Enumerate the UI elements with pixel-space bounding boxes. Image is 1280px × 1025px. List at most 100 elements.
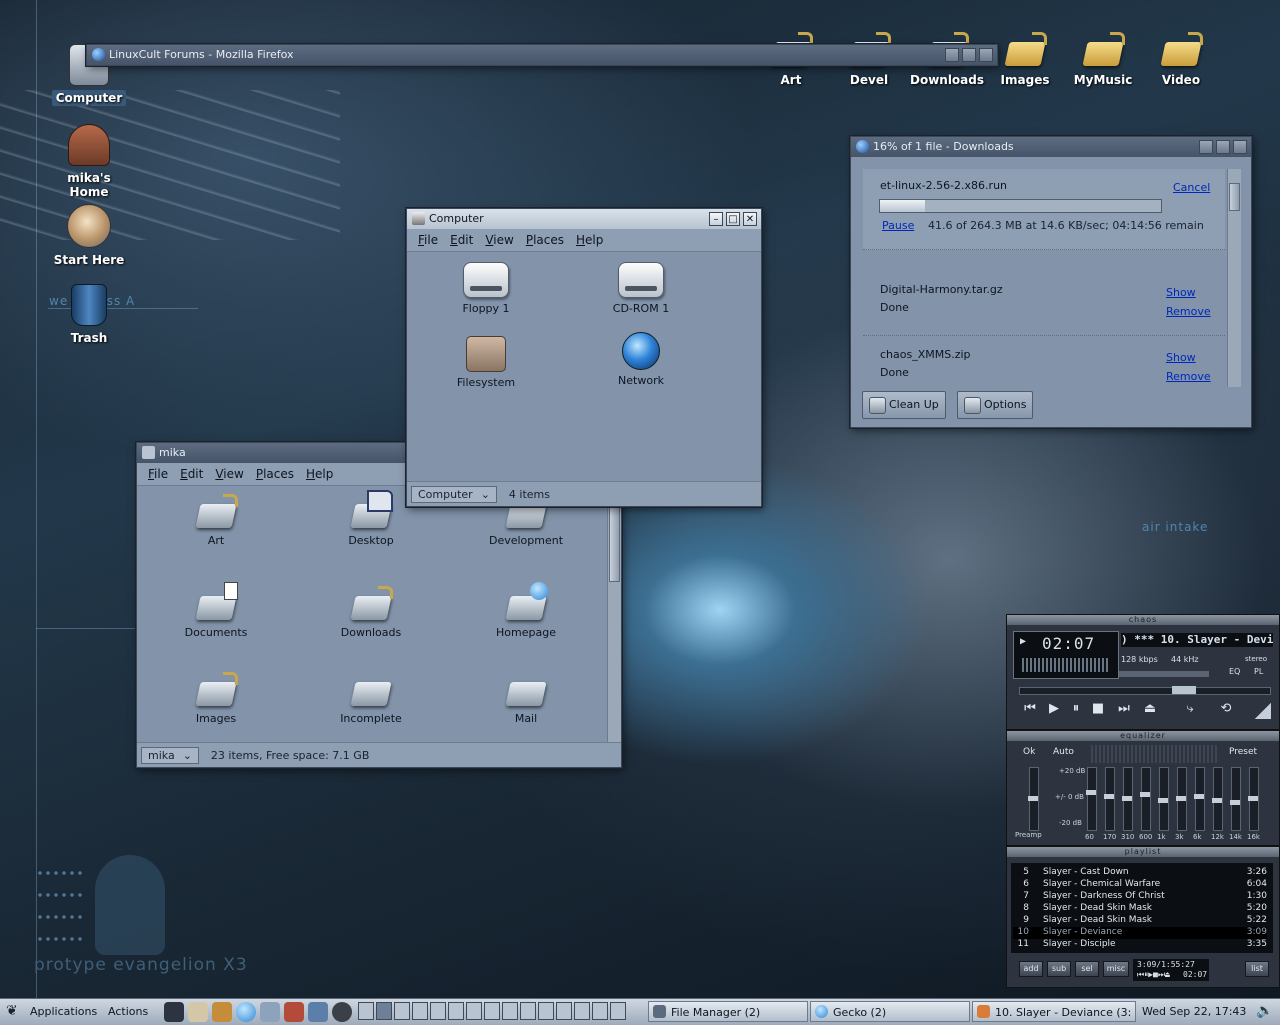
workspace-4[interactable] — [412, 1002, 428, 1020]
playlist-row[interactable]: 5 Slayer - Cast Down 3:26 — [1013, 867, 1267, 879]
xmms-launcher-icon[interactable] — [260, 1002, 280, 1022]
menu-view[interactable]: View — [480, 233, 518, 247]
show-download-link[interactable]: Show — [1166, 351, 1196, 364]
network-launcher-icon[interactable] — [308, 1002, 328, 1022]
workspace-3[interactable] — [394, 1002, 410, 1020]
close-button[interactable]: ✕ — [743, 212, 757, 226]
scrollbar-thumb[interactable] — [1229, 183, 1240, 211]
workspace-8[interactable] — [484, 1002, 500, 1020]
preamp-slider[interactable] — [1028, 767, 1041, 831]
playlist-row-current[interactable]: 10 Slayer - Deviance 3:09 — [1013, 927, 1267, 939]
slider-knob[interactable] — [1212, 798, 1222, 803]
resize-grip-icon[interactable] — [1255, 703, 1271, 719]
actions-menu[interactable]: Actions — [108, 1001, 148, 1022]
mika-scrollbar[interactable] — [607, 486, 621, 742]
clock[interactable]: Wed Sep 22, 17:43 — [1142, 1001, 1246, 1022]
download-item[interactable]: et-linux-2.56-2.x86.run Cancel Pause 41.… — [863, 169, 1225, 250]
computer-titlebar[interactable]: Computer – □ ✕ — [407, 209, 761, 229]
editor-launcher-icon[interactable] — [284, 1002, 304, 1022]
eq-band-slider[interactable] — [1176, 767, 1187, 831]
play-button[interactable]: ▶ — [1045, 701, 1063, 717]
download-item[interactable]: Digital-Harmony.tar.gz Done Show Remove — [863, 273, 1225, 336]
workspace-2[interactable] — [376, 1002, 392, 1020]
eject-button[interactable]: ⏏ — [1141, 701, 1159, 717]
menu-help[interactable]: Help — [301, 467, 338, 481]
pause-download-link[interactable]: Pause — [882, 219, 914, 232]
location-combo[interactable]: Computer ⌄ — [411, 485, 497, 503]
desktop-icon-trash[interactable]: Trash — [44, 284, 134, 346]
workspace-5[interactable] — [430, 1002, 446, 1020]
repeat-button[interactable]: ⟲ — [1217, 701, 1235, 717]
remove-download-link[interactable]: Remove — [1166, 305, 1211, 318]
menu-edit[interactable]: Edit — [445, 233, 478, 247]
maximize-button[interactable] — [962, 48, 976, 62]
playlist-titlebar[interactable]: playlist — [1007, 847, 1279, 857]
downloads-titlebar[interactable]: 16% of 1 file - Downloads — [851, 137, 1251, 157]
minimize-button[interactable] — [1199, 140, 1213, 154]
folder-item-downloads[interactable]: Downloads — [316, 586, 426, 639]
desktop-folder-video[interactable]: Video — [1136, 32, 1226, 88]
location-combo[interactable]: mika ⌄ — [141, 746, 199, 764]
gaim-launcher-icon[interactable] — [212, 1002, 232, 1022]
seek-handle[interactable] — [1172, 686, 1196, 694]
eq-auto-button[interactable]: Auto — [1053, 747, 1074, 757]
xmms-titlebar[interactable]: chaos — [1007, 615, 1279, 625]
pl-toggle-button[interactable]: PL — [1254, 667, 1263, 676]
drive-item-filesystem[interactable]: Filesystem — [431, 336, 541, 389]
folder-item-homepage[interactable]: Homepage — [471, 582, 581, 639]
slider-knob[interactable] — [1104, 794, 1114, 799]
eq-band-slider[interactable] — [1158, 767, 1169, 831]
playlist-sel-button[interactable]: sel — [1075, 961, 1099, 977]
drive-item-network[interactable]: Network — [586, 332, 696, 387]
workspace-1[interactable] — [358, 1002, 374, 1020]
folder-item-mail[interactable]: Mail — [471, 672, 581, 725]
eq-preset-button[interactable]: Preset — [1229, 747, 1257, 757]
next-track-button[interactable]: ⏭ — [1115, 701, 1133, 717]
slider-knob[interactable] — [1122, 796, 1132, 801]
playlist-row[interactable]: 8 Slayer - Dead Skin Mask 5:20 — [1013, 903, 1267, 915]
stop-button[interactable]: ■ — [1089, 701, 1107, 717]
eq-band-slider[interactable] — [1248, 767, 1259, 831]
xmms-song-title[interactable]: ) *** 10. Slayer - Deviar — [1121, 633, 1273, 647]
downloads-scrollbar[interactable] — [1227, 169, 1241, 387]
menu-places[interactable]: Places — [251, 467, 299, 481]
slider-knob[interactable] — [1230, 800, 1240, 805]
slider-knob[interactable] — [1028, 796, 1038, 801]
slider-knob[interactable] — [1176, 796, 1186, 801]
playlist-sub-button[interactable]: sub — [1047, 961, 1071, 977]
slider-knob[interactable] — [1158, 798, 1168, 803]
workspace-6[interactable] — [448, 1002, 464, 1020]
workspace-14[interactable] — [592, 1002, 608, 1020]
playlist-list-button[interactable]: list — [1245, 961, 1269, 977]
computer-window[interactable]: Computer – □ ✕ File Edit View Places Hel… — [406, 208, 762, 507]
maximize-button[interactable]: □ — [726, 212, 740, 226]
applications-menu[interactable]: Applications — [30, 1001, 97, 1022]
eq-band-slider[interactable] — [1230, 767, 1241, 831]
downloads-window[interactable]: 16% of 1 file - Downloads et-linux-2.56-… — [850, 136, 1252, 428]
xmms-equalizer-window[interactable]: equalizer Ok Auto Preset +20 dB +/- 0 dB… — [1006, 730, 1280, 846]
eq-band-slider[interactable] — [1122, 767, 1133, 831]
slider-knob[interactable] — [1140, 792, 1150, 797]
xmms-playlist-window[interactable]: playlist 5 Slayer - Cast Down 3:26 6 Slayer… — [1006, 846, 1280, 988]
firefox-titlebar[interactable]: LinuxCult Forums - Mozilla Firefox — [87, 45, 997, 65]
playlist-misc-button[interactable]: misc — [1103, 961, 1129, 977]
previous-track-button[interactable]: ⏮ — [1021, 701, 1039, 717]
eq-band-slider[interactable] — [1140, 767, 1151, 831]
menu-help[interactable]: Help — [571, 233, 608, 247]
menu-places[interactable]: Places — [521, 233, 569, 247]
eq-on-button[interactable]: Ok — [1023, 747, 1035, 757]
terminal-launcher-icon[interactable] — [164, 1002, 184, 1022]
playlist-row[interactable]: 6 Slayer - Chemical Warfare 6:04 — [1013, 879, 1267, 891]
scrollbar-thumb[interactable] — [609, 500, 620, 582]
task-gecko[interactable]: Gecko (2) — [810, 1001, 970, 1022]
task-xmms[interactable]: 10. Slayer - Deviance (3: — [972, 1001, 1136, 1022]
playlist-row[interactable]: 9 Slayer - Dead Skin Mask 5:22 — [1013, 915, 1267, 927]
workspace-7[interactable] — [466, 1002, 482, 1020]
options-button[interactable]: Options — [957, 391, 1034, 419]
eq-band-slider[interactable] — [1086, 767, 1097, 831]
task-file-manager[interactable]: File Manager (2) — [648, 1001, 808, 1022]
gimp-launcher-icon[interactable] — [188, 1002, 208, 1022]
folder-item-documents[interactable]: Documents — [161, 582, 271, 639]
eq-band-slider[interactable] — [1212, 767, 1223, 831]
disc-launcher-icon[interactable] — [332, 1002, 352, 1022]
